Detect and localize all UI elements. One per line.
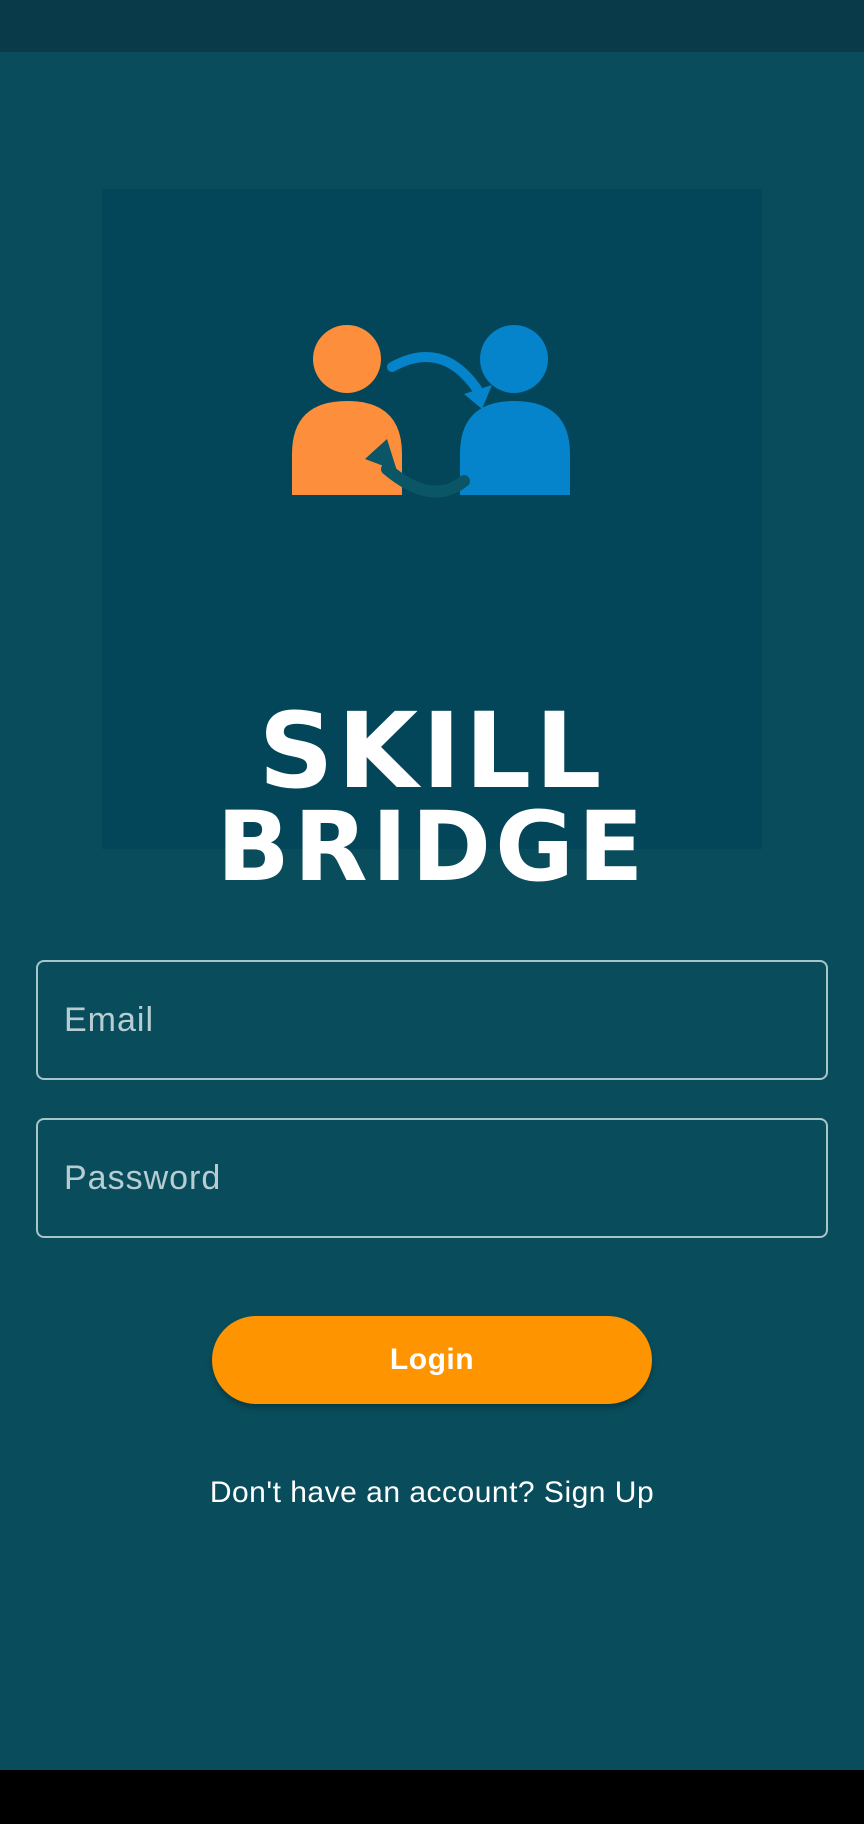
status-bar xyxy=(0,0,864,52)
navigation-bar xyxy=(0,1770,864,1824)
email-field-container xyxy=(36,960,828,1080)
login-button[interactable]: Login xyxy=(212,1316,652,1404)
password-field-container xyxy=(36,1118,828,1238)
logo-text-bridge: BRIDGE xyxy=(216,791,648,903)
logo-text-skill: SKILL xyxy=(258,690,606,812)
app-logo: SKILL BRIDGE xyxy=(102,189,762,897)
signup-link[interactable]: Don't have an account? Sign Up xyxy=(0,1476,864,1510)
email-input[interactable] xyxy=(38,962,826,1078)
password-input[interactable] xyxy=(38,1120,826,1236)
